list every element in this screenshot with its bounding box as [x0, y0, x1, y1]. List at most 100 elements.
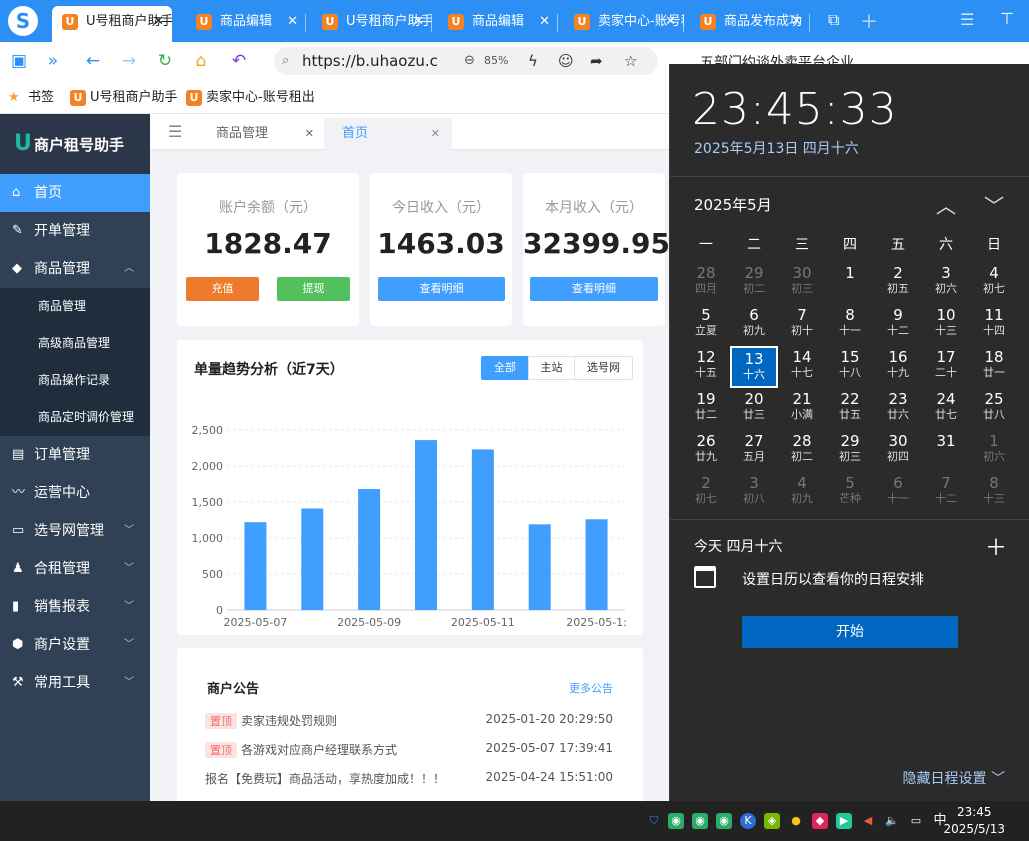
k-app-icon[interactable]: K — [740, 813, 756, 829]
bar[interactable] — [585, 519, 608, 610]
close-icon[interactable]: ✕ — [539, 6, 550, 38]
calendar-day[interactable]: 26 廿九 — [682, 430, 730, 472]
view-detail-button[interactable]: 查看明细 — [530, 277, 658, 301]
network-icon[interactable]: ▭ — [908, 813, 924, 829]
browser-tab[interactable]: U卖家中心-账号租出✕ — [564, 6, 684, 42]
bar[interactable] — [415, 440, 437, 610]
start-button[interactable]: 开始 — [742, 616, 958, 648]
wechat-icon[interactable]: ◉ — [716, 813, 732, 829]
sidebar-item[interactable]: ◆ 商品管理 ︿ — [0, 250, 150, 288]
close-icon[interactable]: ✕ — [665, 6, 676, 38]
close-icon[interactable]: ✕ — [431, 118, 440, 150]
full-date-link[interactable]: 2025年5月13日 四月十六 — [694, 138, 859, 158]
calendar-day[interactable]: 31 — [922, 430, 970, 472]
new-tab-icon[interactable]: ⧉ — [828, 10, 839, 30]
calendar-day[interactable]: 17 二十 — [922, 346, 970, 388]
taskbar-clock[interactable]: 23:45 2025/5/13 — [943, 804, 1005, 838]
calendar-day[interactable]: 7 初十 — [778, 304, 826, 346]
close-icon[interactable]: ✕ — [791, 6, 802, 38]
add-tab-icon[interactable]: ＋ — [860, 8, 878, 34]
calendar-day[interactable]: 24 廿七 — [922, 388, 970, 430]
calendar-day[interactable]: 29 初三 — [826, 430, 874, 472]
calendar-day[interactable]: 5 立夏 — [682, 304, 730, 346]
shirt-icon[interactable]: ⊤ — [1000, 9, 1014, 28]
calendar-day[interactable]: 11 十四 — [970, 304, 1018, 346]
calendar-day[interactable]: 18 廿一 — [970, 346, 1018, 388]
calendar-day[interactable]: 3 初八 — [730, 472, 778, 514]
bar[interactable] — [244, 522, 267, 610]
bar[interactable] — [301, 508, 324, 610]
back-icon[interactable]: ← — [82, 50, 104, 72]
calendar-day[interactable]: 1 初六 — [970, 430, 1018, 472]
volume-icon[interactable]: 🔈 — [884, 813, 900, 829]
qq-icon[interactable]: ● — [788, 813, 804, 829]
sidebar-subitem[interactable]: 商品定时调价管理 — [0, 399, 150, 436]
calendar-day[interactable]: 14 十七 — [778, 346, 826, 388]
notice-item[interactable]: 报名【免费玩】商品活动，享热度加成！！！ — [205, 770, 445, 787]
calendar-day[interactable]: 28 四月 — [682, 262, 730, 304]
close-icon[interactable]: ✕ — [287, 6, 298, 38]
notice-item[interactable]: 置顶 卖家违规处罚规则 — [205, 712, 337, 729]
calendar-day[interactable]: 23 廿六 — [874, 388, 922, 430]
sidebar-item[interactable]: ♟ 合租管理 ﹀ — [0, 550, 150, 588]
close-icon[interactable]: ✕ — [413, 6, 424, 38]
tab-home[interactable]: 首页 ✕ — [324, 118, 452, 150]
withdraw-button[interactable]: 提现 — [277, 277, 350, 301]
menu-icon[interactable]: ☰ — [960, 10, 974, 29]
bar[interactable] — [471, 449, 494, 610]
sidebar-item[interactable]: ✎ 开单管理 — [0, 212, 150, 250]
calendar-day[interactable]: 30 初四 — [874, 430, 922, 472]
tab-goods-manage[interactable]: 商品管理 ✕ — [200, 118, 324, 150]
add-event-icon[interactable]: ＋ — [985, 530, 1007, 562]
browser-tab[interactable]: U U号租商户助手 ✕ — [312, 6, 432, 42]
calendar-day[interactable]: 4 初七 — [970, 262, 1018, 304]
sidebar-item[interactable]: ▤ 订单管理 — [0, 436, 150, 474]
bar[interactable] — [358, 489, 381, 610]
sidebar-toggle-icon[interactable]: ▣ — [8, 50, 30, 72]
calendar-day[interactable]: 20 廿三 — [730, 388, 778, 430]
shield-icon[interactable]: ⛉ — [646, 813, 662, 829]
undo-icon[interactable]: ↶ — [228, 50, 250, 72]
sidebar-item[interactable]: ⌂ 首页 — [0, 174, 150, 212]
browser-logo-icon[interactable]: S — [8, 6, 38, 36]
collapse-menu-icon[interactable]: ☰ — [168, 122, 182, 141]
recharge-button[interactable]: 充值 — [186, 277, 259, 301]
calendar-day[interactable]: 28 初二 — [778, 430, 826, 472]
calendar-day[interactable]: 19 廿二 — [682, 388, 730, 430]
sidebar-subitem[interactable]: 高级商品管理 — [0, 325, 150, 362]
month-label[interactable]: 2025年5月 — [694, 194, 772, 215]
home-icon[interactable]: ⌂ — [190, 50, 212, 72]
calendar-day[interactable]: 22 廿五 — [826, 388, 874, 430]
calendar-day[interactable]: 12 十五 — [682, 346, 730, 388]
calendar-day[interactable]: 29 初二 — [730, 262, 778, 304]
zoom-icon[interactable]: ⊖ — [464, 47, 475, 75]
hide-agenda-link[interactable]: 隐藏日程设置 ﹀ — [903, 768, 1005, 788]
nvidia-icon[interactable]: ◈ — [764, 813, 780, 829]
bar[interactable] — [528, 524, 551, 610]
bookmark-item[interactable]: U 卖家中心-账号租出 — [184, 87, 315, 109]
more-notices-link[interactable]: 更多公告 — [569, 680, 613, 696]
bookmark-item[interactable]: U U号租商户助手 — [68, 87, 178, 109]
browser-tab[interactable]: U U号租商户助手 ✕ — [52, 6, 172, 42]
calendar-day[interactable]: 27 五月 — [730, 430, 778, 472]
chevron-up-icon[interactable]: ︿ — [936, 190, 956, 219]
mute-icon[interactable]: ◀ — [860, 813, 876, 829]
sidebar-item[interactable]: ▭ 选号网管理 ﹀ — [0, 512, 150, 550]
browser-tab[interactable]: U 商品发布成功 ✕ — [690, 6, 810, 42]
chevron-down-icon[interactable]: ﹀ — [984, 190, 1004, 219]
calendar-day[interactable]: 30 初三 — [778, 262, 826, 304]
wechat-icon[interactable]: ◉ — [692, 813, 708, 829]
sidebar-item[interactable]: ⚒ 常用工具 ﹀ — [0, 664, 150, 702]
star-icon[interactable]: ☆ — [624, 47, 637, 75]
calendar-day[interactable]: 8 十一 — [826, 304, 874, 346]
calendar-day[interactable]: 7 十二 — [922, 472, 970, 514]
close-icon[interactable]: ✕ — [305, 118, 314, 150]
calendar-day[interactable]: 15 十八 — [826, 346, 874, 388]
calendar-day[interactable]: 4 初九 — [778, 472, 826, 514]
expand-icon[interactable]: » — [42, 50, 64, 72]
calendar-day[interactable]: 21 小满 — [778, 388, 826, 430]
calendar-day[interactable]: 6 初九 — [730, 304, 778, 346]
sidebar-item[interactable]: 〰运营中心 — [0, 474, 150, 512]
calendar-day[interactable]: 8 十三 — [970, 472, 1018, 514]
reader-icon[interactable]: ☺ — [558, 47, 574, 75]
